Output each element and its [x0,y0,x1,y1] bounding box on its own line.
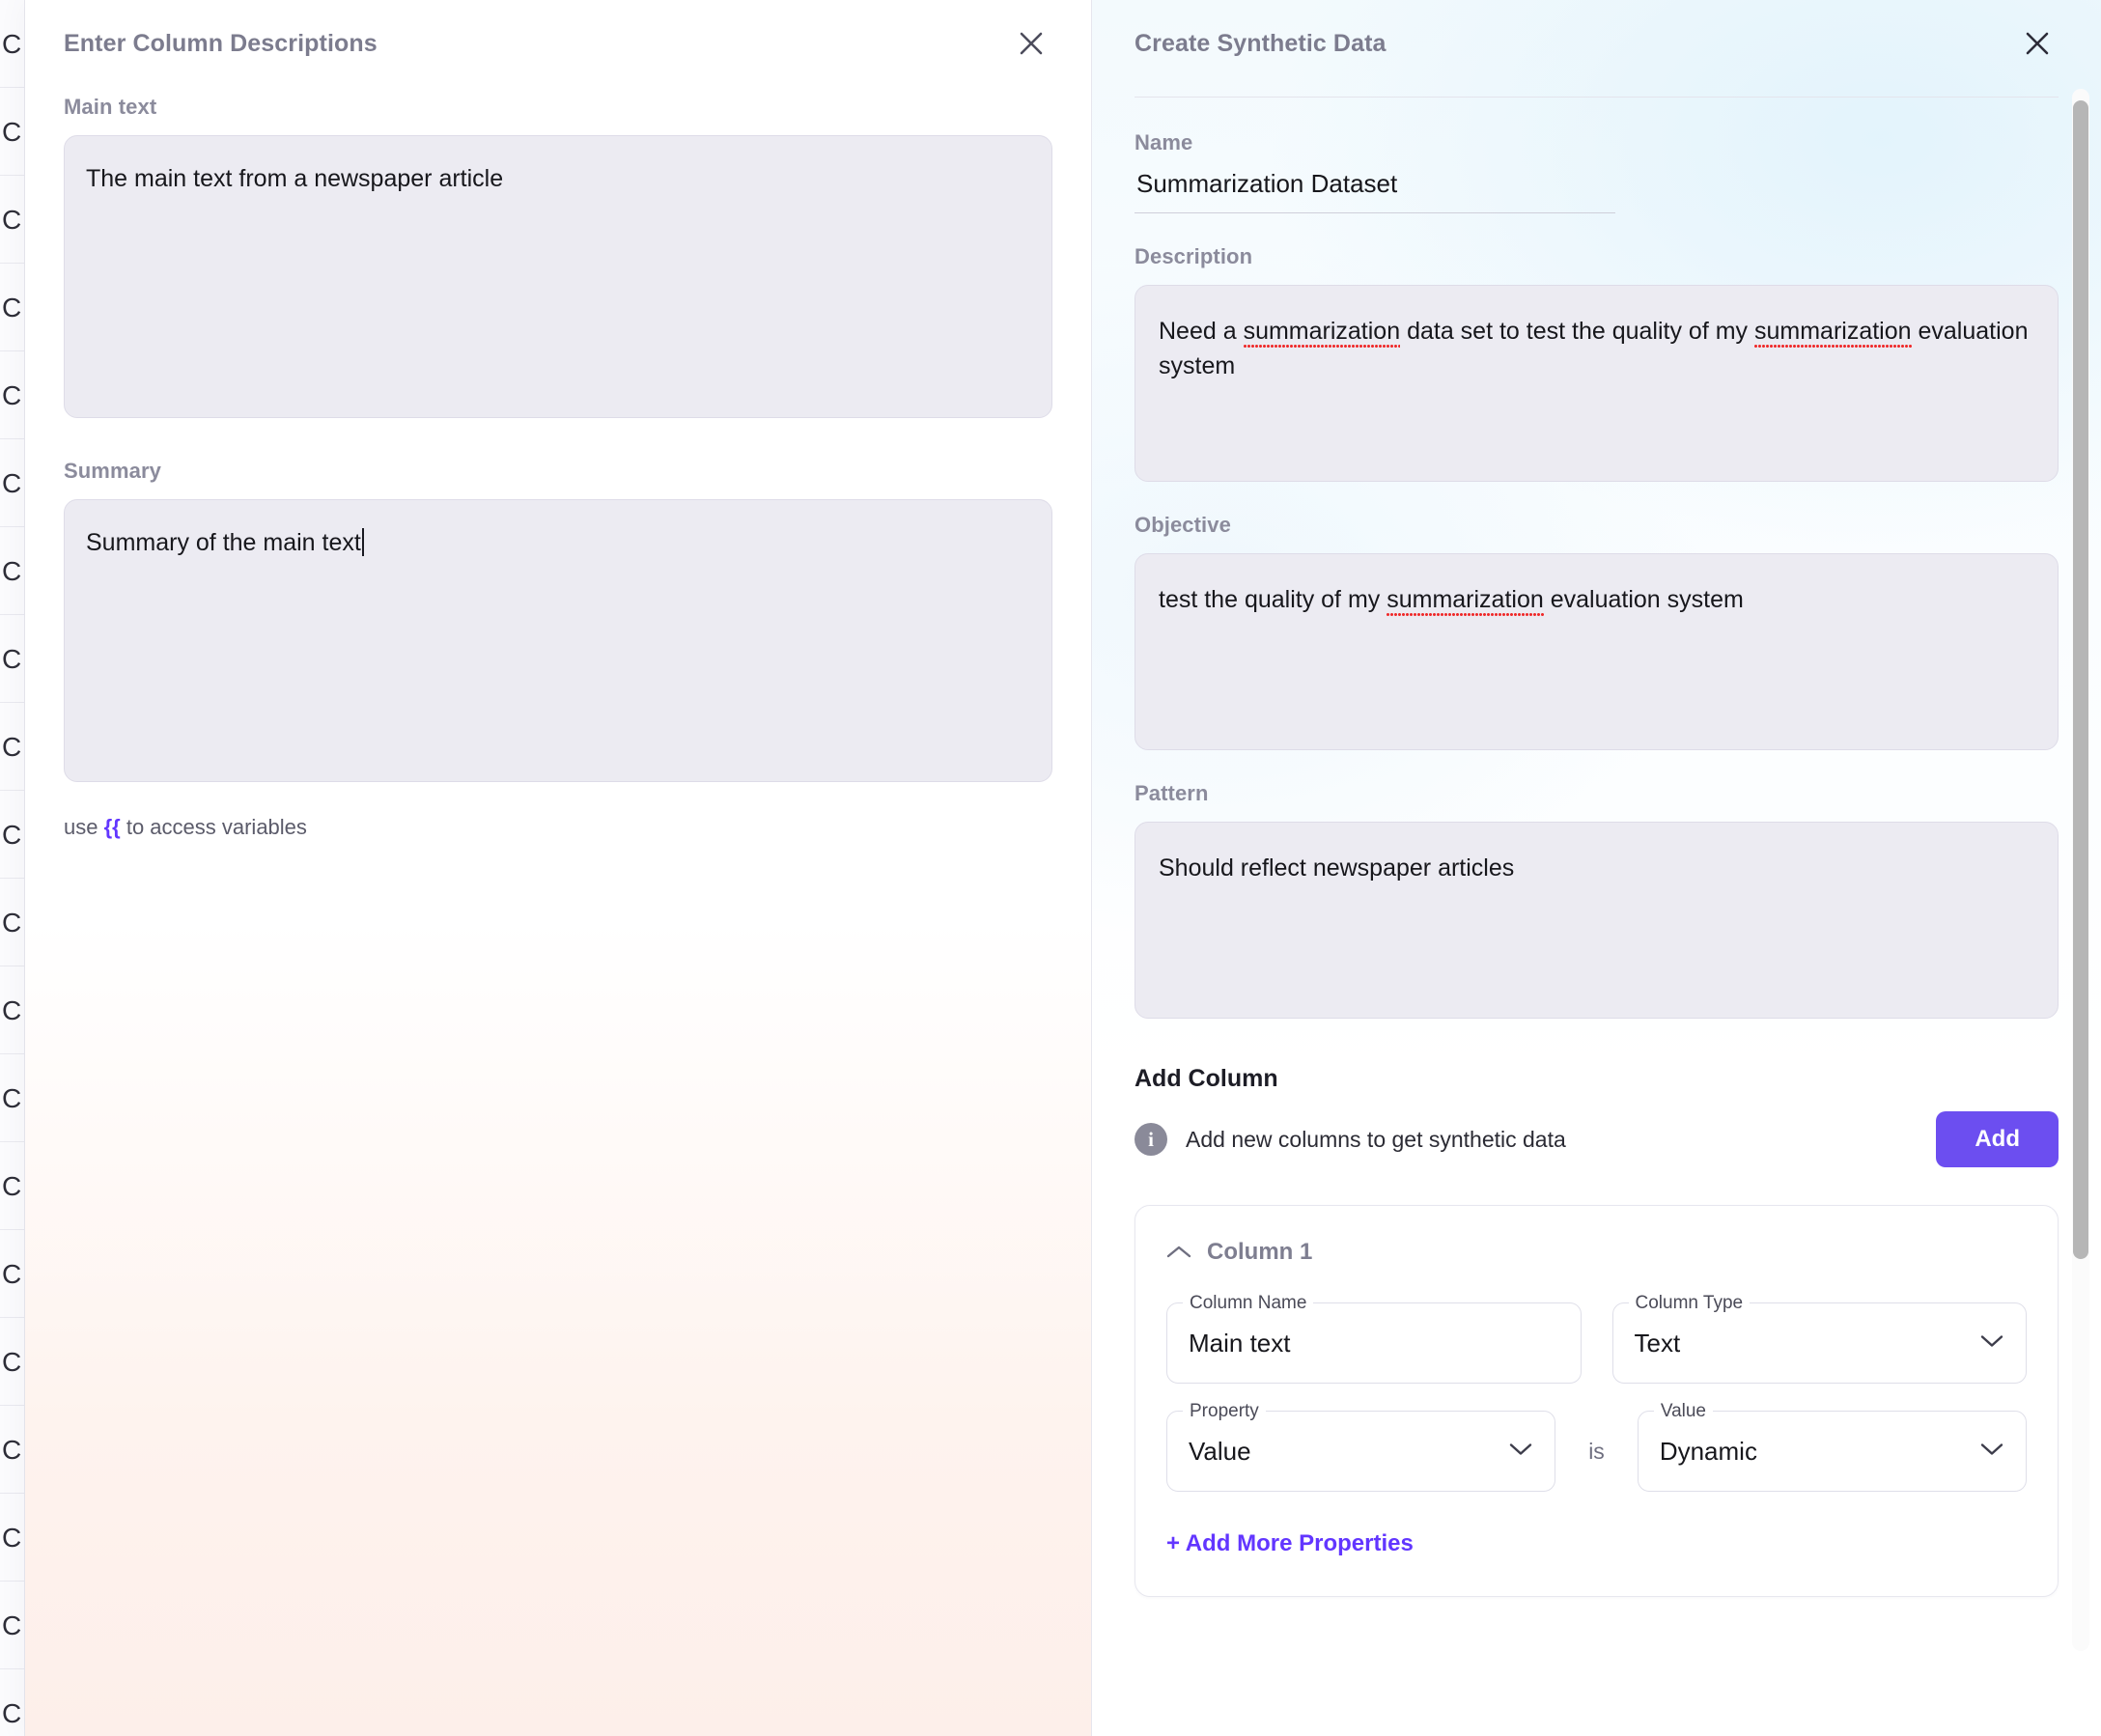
misspelled-word: summarization [1753,318,1912,349]
description-field-group: Description Need a summarization data se… [1135,244,2059,482]
synthetic-data-dialogs: CCCCCCCCCCCCCCCCCCCC Enter Column Descri… [0,0,2101,1736]
table-row: C [0,264,24,351]
right-panel-header: Create Synthetic Data [1135,0,2059,57]
column-name-type-row: Column Name Main text Column Type Text [1166,1292,2027,1384]
objective-field-group: Objective test the quality of my summari… [1135,513,2059,750]
text-cursor [361,528,364,556]
table-row: C [0,1318,24,1406]
chevron-up-icon [1166,1245,1191,1260]
create-synthetic-data-panel: Create Synthetic Data Name Summarization… [1091,0,2101,1736]
add-column-button[interactable]: Add [1936,1111,2059,1167]
header-divider [1135,97,2059,98]
info-icon: i [1135,1123,1167,1156]
property-select[interactable]: Property Value [1166,1400,1556,1492]
chevron-down-icon [1508,1442,1533,1462]
name-field-group: Name Summarization Dataset [1135,130,2059,213]
main-text-value: The main text from a newspaper article [86,165,504,192]
main-text-label: Main text [64,95,157,119]
table-row: C [0,879,24,966]
value-select[interactable]: Value Dynamic [1637,1400,2027,1492]
table-row: C [0,1142,24,1230]
column-card: Column 1 Column Name Main text Column Ty… [1135,1205,2059,1597]
hint-suffix: to access variables [120,815,307,839]
hint-prefix: use [64,815,104,839]
column-name-label: Column Name [1183,1292,1314,1315]
value-value: Dynamic [1659,1436,1757,1466]
table-row: C [0,0,24,88]
column-type-value: Text [1634,1328,1681,1358]
table-row: C [0,1669,24,1736]
description-label: Description [1135,244,1253,268]
hint-braces: {{ [103,815,121,839]
property-value: Value [1189,1436,1251,1466]
column-type-label: Column Type [1628,1292,1751,1315]
chevron-down-icon [1979,1333,2004,1354]
column-name-value: Main text [1189,1328,1291,1358]
column-name-input[interactable]: Column Name Main text [1166,1292,1582,1384]
table-row: C [0,615,24,703]
close-icon[interactable] [2016,22,2059,65]
table-row: C [0,703,24,791]
summary-input[interactable]: Summary of the main text [64,499,1052,782]
add-more-properties-link[interactable]: + Add More Properties [1166,1530,1414,1557]
summary-label: Summary [64,459,161,483]
add-column-subtitle: Add new columns to get synthetic data [1186,1126,1566,1152]
add-column-heading: Add Column [1135,1065,1278,1092]
table-row: C [0,176,24,264]
name-label: Name [1135,130,1193,154]
table-row: C [0,439,24,527]
value-label: Value [1653,1400,1713,1423]
connector-word: is [1588,1438,1605,1464]
description-input[interactable]: Need a summarization data set to test th… [1135,285,2059,482]
chevron-down-icon [1979,1442,2004,1462]
background-table-edge: CCCCCCCCCCCCCCCCCCCC [0,0,25,1736]
enter-column-descriptions-panel: Enter Column Descriptions Main text The … [25,0,1091,1736]
pattern-field-group: Pattern Should reflect newspaper article… [1135,781,2059,1019]
misspelled-word: summarization [1243,318,1401,349]
objective-label: Objective [1135,513,1231,537]
table-row: C [0,1494,24,1582]
name-underline [1135,212,1615,213]
summary-value: Summary of the main text [86,529,361,556]
column-title: Column 1 [1207,1239,1313,1265]
page-title: Enter Column Descriptions [64,29,378,57]
main-text-input[interactable]: The main text from a newspaper article [64,135,1052,418]
table-row: C [0,1054,24,1142]
add-column-row: i Add new columns to get synthetic data … [1135,1110,2059,1168]
property-label: Property [1183,1400,1266,1423]
close-icon[interactable] [1010,22,1052,65]
column-collapse-toggle[interactable]: Column 1 [1166,1239,2027,1266]
scrollbar-thumb[interactable] [2073,100,2088,1259]
table-row: C [0,791,24,879]
table-row: C [0,966,24,1054]
table-row: C [0,527,24,615]
table-row: C [0,351,24,439]
misspelled-word: summarization [1387,586,1544,617]
table-row: C [0,1230,24,1318]
objective-input[interactable]: test the quality of my summarization eva… [1135,553,2059,750]
property-value-row: Property Value is Value Dynamic [1166,1400,2027,1492]
pattern-label: Pattern [1135,781,1209,805]
left-panel-header: Enter Column Descriptions [64,0,1052,57]
table-row: C [0,1582,24,1669]
table-row: C [0,88,24,176]
variables-hint: use {{ to access variables [64,815,1052,840]
name-input[interactable]: Summarization Dataset [1135,155,2059,212]
right-page-title: Create Synthetic Data [1135,29,1387,57]
pattern-input[interactable]: Should reflect newspaper articles [1135,822,2059,1019]
column-type-select[interactable]: Column Type Text [1611,1292,2027,1384]
table-row: C [0,1406,24,1494]
